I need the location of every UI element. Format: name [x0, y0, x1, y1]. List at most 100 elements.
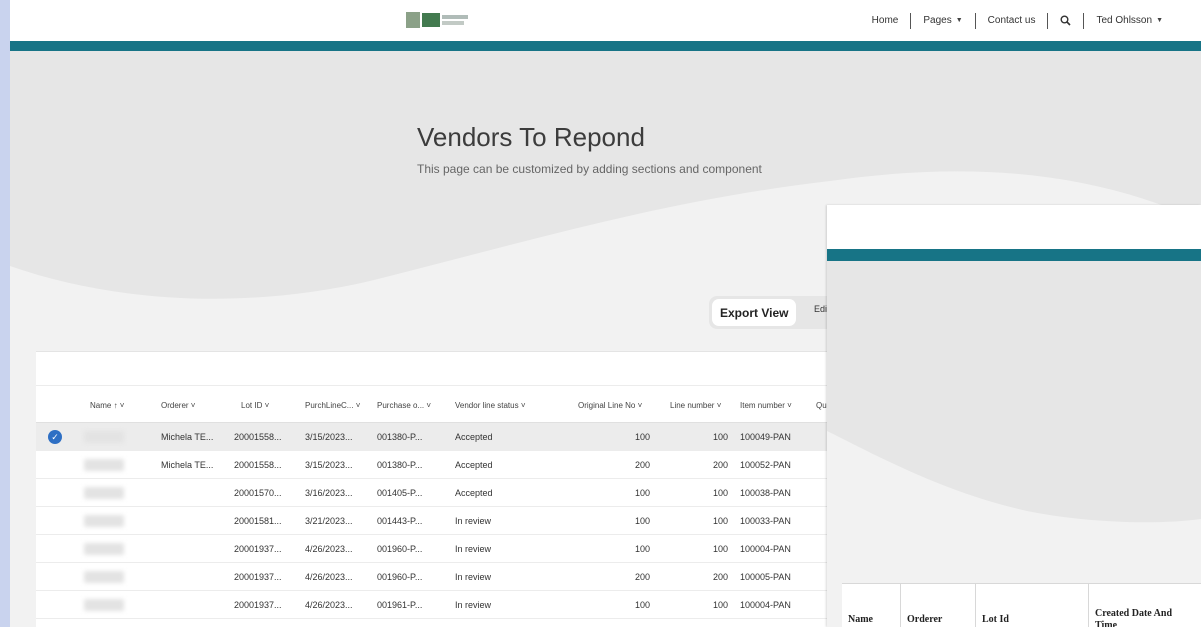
- cell-lot-id: 20001558...: [234, 460, 282, 470]
- cell-vendor-line-status: In review: [455, 516, 492, 526]
- cell-line-number: 100: [712, 544, 728, 554]
- overlay-column-label: Orderer: [907, 614, 943, 625]
- table-row[interactable]: 20001937... 4/26/2023... 001960-P... In rev…: [36, 535, 836, 563]
- cell-purchline-created: 4/26/2023...: [305, 600, 353, 610]
- cell-purchase-order: 001380-P...: [377, 460, 423, 470]
- cell-orderer: Michela TE...: [161, 432, 214, 442]
- page-subtitle: This page can be customized by adding se…: [417, 162, 762, 176]
- cell-item-number: 100005-PAN: [740, 572, 791, 582]
- nav-home-label: Home: [871, 15, 899, 26]
- redacted-name: [84, 459, 124, 471]
- cell-item-number: 100038-PAN: [740, 488, 791, 498]
- grid-toolbar: Export View Edi: [709, 296, 839, 329]
- overlay-window: Name Orderer Lot Id Created Date And Tim…: [827, 205, 1201, 627]
- overlay-table-header: Name Orderer Lot Id Created Date And Tim…: [842, 583, 1201, 627]
- overlay-column-created-date[interactable]: Created Date And Time: [1089, 584, 1201, 627]
- table-row[interactable]: 20001581... 3/21/2023... 001443-P... In rev…: [36, 507, 836, 535]
- cell-lot-id: 20001558...: [234, 432, 282, 442]
- column-header-purchase-order[interactable]: Purchase o... ˅: [377, 401, 431, 410]
- cell-lot-id: 20001570...: [234, 488, 282, 498]
- cell-purchline-created: 3/15/2023...: [305, 460, 353, 470]
- nav-pages-label: Pages: [923, 15, 952, 26]
- redacted-name: [84, 431, 124, 443]
- overlay-column-lot-id[interactable]: Lot Id: [976, 584, 1089, 627]
- cell-vendor-line-status: Accepted: [455, 460, 493, 470]
- overlay-column-label: Name: [848, 614, 873, 625]
- cell-line-number: 100: [712, 488, 728, 498]
- cell-vendor-line-status: In review: [455, 600, 492, 610]
- cell-purchase-order: 001960-P...: [377, 544, 423, 554]
- overlay-column-name[interactable]: Name: [842, 584, 901, 627]
- column-header-item-number[interactable]: Item number ˅: [740, 401, 792, 410]
- export-view-button[interactable]: Export View: [712, 299, 797, 326]
- cell-item-number: 100049-PAN: [740, 432, 791, 442]
- cell-purchase-order: 001961-P...: [377, 600, 423, 610]
- cell-original-line-no: 100: [634, 544, 650, 554]
- edit-button[interactable]: Edi: [814, 304, 827, 314]
- search-icon: [1060, 15, 1072, 26]
- column-header-orderer[interactable]: Orderer ˅: [161, 401, 195, 410]
- cell-purchline-created: 3/21/2023...: [305, 516, 353, 526]
- site-header: Home Pages ▼ Contact us Ted Ohlsson ▼: [10, 0, 1201, 41]
- cell-item-number: 100004-PAN: [740, 600, 791, 610]
- cell-original-line-no: 100: [634, 516, 650, 526]
- cell-original-line-no: 100: [634, 432, 650, 442]
- row-selected-check-icon[interactable]: ✓: [48, 430, 62, 444]
- cell-vendor-line-status: In review: [455, 572, 492, 582]
- cell-original-line-no: 100: [634, 488, 650, 498]
- column-header-name[interactable]: Name ↑ ˅: [90, 401, 124, 410]
- cell-vendor-line-status: In review: [455, 544, 492, 554]
- redacted-name: [84, 571, 124, 583]
- cell-line-number: 100: [712, 432, 728, 442]
- cell-lot-id: 20001937...: [234, 544, 282, 554]
- cell-original-line-no: 200: [634, 460, 650, 470]
- caret-down-icon: ▼: [955, 17, 963, 24]
- table-row[interactable]: 20001937... 4/26/2023... 001961-P... In rev…: [36, 591, 836, 619]
- cell-line-number: 200: [712, 572, 728, 582]
- cell-lot-id: 20001937...: [234, 600, 282, 610]
- cell-item-number: 100052-PAN: [740, 460, 791, 470]
- cell-original-line-no: 100: [634, 600, 650, 610]
- overlay-column-label: Lot Id: [982, 614, 1009, 625]
- company-logo[interactable]: [406, 10, 472, 30]
- overlay-accent-bar: [827, 249, 1201, 261]
- cell-item-number: 100004-PAN: [740, 544, 791, 554]
- cell-purchase-order: 001405-P...: [377, 488, 423, 498]
- cell-purchline-created: 3/15/2023...: [305, 432, 353, 442]
- overlay-wave-background: [827, 261, 1201, 523]
- nav-user-label: Ted Ohlsson: [1096, 15, 1153, 26]
- redacted-name: [84, 543, 124, 555]
- nav-search[interactable]: [1048, 15, 1083, 26]
- cell-item-number: 100033-PAN: [740, 516, 791, 526]
- nav-user-menu[interactable]: Ted Ohlsson ▼: [1084, 15, 1175, 26]
- cell-original-line-no: 200: [634, 572, 650, 582]
- cell-purchase-order: 001960-P...: [377, 572, 423, 582]
- table-row[interactable]: 20001937... 4/26/2023... 001960-P... In rev…: [36, 563, 836, 591]
- table-row[interactable]: 20001570... 3/16/2023... 001405-P... Accept…: [36, 479, 836, 507]
- cell-vendor-line-status: Accepted: [455, 432, 493, 442]
- caret-down-icon: ▼: [1156, 17, 1163, 24]
- grid-header: Name ↑ ˅ Orderer ˅ Lot ID ˅ PurchLineC..…: [36, 385, 836, 423]
- top-nav: Home Pages ▼ Contact us Ted Ohlsson ▼: [860, 0, 1175, 41]
- page-title: Vendors To Repond: [417, 122, 645, 152]
- column-header-vendor-line-status[interactable]: Vendor line status ˅: [455, 401, 526, 410]
- cell-purchline-created: 3/16/2023...: [305, 488, 353, 498]
- cell-line-number: 200: [712, 460, 728, 470]
- overlay-column-orderer[interactable]: Orderer: [901, 584, 976, 627]
- redacted-name: [84, 599, 124, 611]
- column-header-line-number[interactable]: Line number ˅: [670, 401, 721, 410]
- table-row[interactable]: ✓ Michela TE... 20001558... 3/15/2023... 001…: [36, 423, 836, 451]
- column-header-lot-id[interactable]: Lot ID ˅: [241, 401, 269, 410]
- cell-orderer: Michela TE...: [161, 460, 214, 470]
- overlay-header: [827, 205, 1201, 249]
- nav-home[interactable]: Home: [860, 15, 911, 26]
- header-accent-bar: [10, 41, 1201, 51]
- cell-purchase-order: 001443-P...: [377, 516, 423, 526]
- column-header-purchline[interactable]: PurchLineC... ˅: [305, 401, 360, 410]
- cell-purchase-order: 001380-P...: [377, 432, 423, 442]
- nav-contact[interactable]: Contact us: [976, 15, 1048, 26]
- nav-pages[interactable]: Pages ▼: [911, 15, 974, 26]
- table-row[interactable]: Michela TE... 20001558... 3/15/2023... 0013…: [36, 451, 836, 479]
- column-header-original-line-no[interactable]: Original Line No ˅: [578, 401, 642, 410]
- portal-page: Home Pages ▼ Contact us Ted Ohlsson ▼ Vend…: [10, 0, 1201, 627]
